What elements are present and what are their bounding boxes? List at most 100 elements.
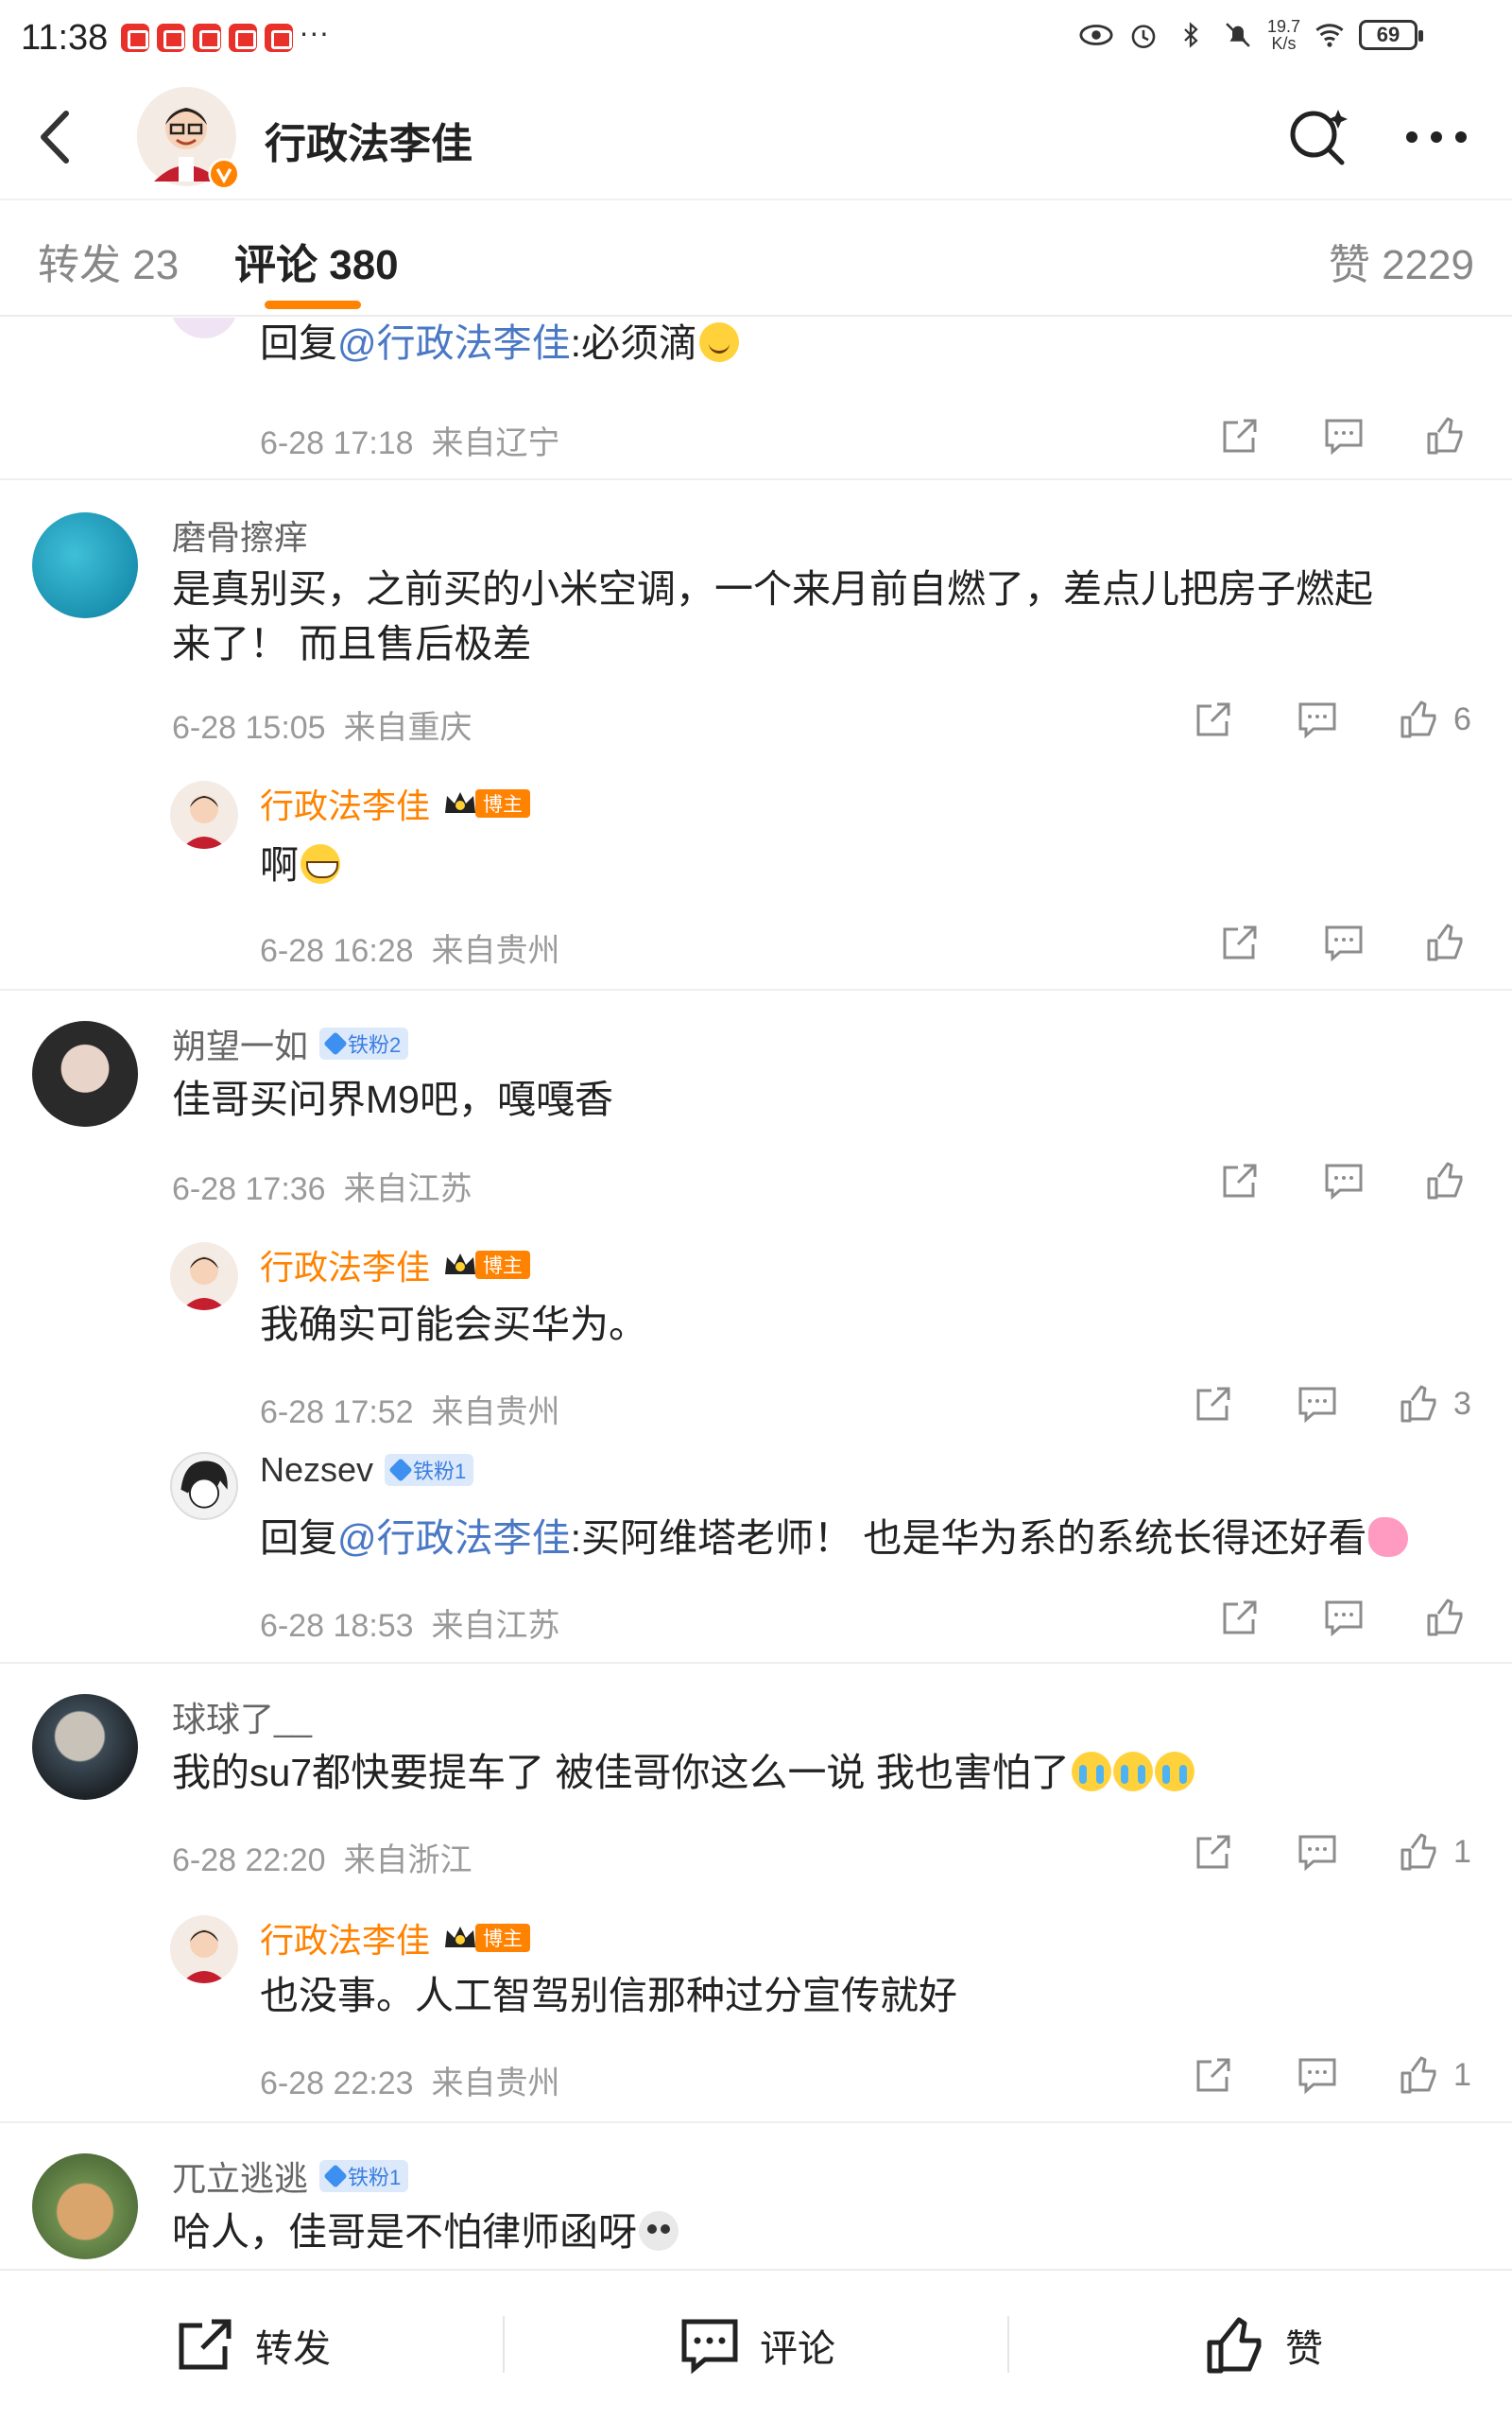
tab-comment[interactable]: 评论 380 — [234, 231, 399, 291]
like-button[interactable]: 1 — [1399, 2051, 1471, 2099]
forward-button[interactable]: 转发 — [174, 2312, 331, 2378]
share-button[interactable] — [1193, 2051, 1234, 2099]
reply-button[interactable] — [1297, 2051, 1338, 2099]
user-avatar[interactable] — [170, 1452, 238, 1520]
comment-actions: 1 — [1183, 2051, 1504, 2099]
fan-badge: 铁粉2 — [319, 1028, 409, 1060]
tab-bar: 转发 23 评论 380 赞 2229 — [0, 199, 1512, 317]
like-button[interactable]: 6 — [1399, 696, 1471, 743]
mention-link[interactable]: @行政法李佳 — [337, 321, 571, 365]
comment-time: 6-28 15:05 — [172, 710, 326, 746]
thumbs-up-icon — [1400, 1833, 1436, 1871]
share-icon — [1196, 702, 1230, 736]
fan-badge-label: 铁粉1 — [348, 2166, 402, 2189]
diamond-icon — [388, 1458, 413, 1482]
reply-button[interactable] — [1297, 696, 1338, 743]
comment-button[interactable]: 评论 — [679, 2312, 835, 2378]
alarm-icon — [1125, 17, 1161, 53]
battery-indicator: 69 — [1359, 20, 1423, 50]
share-button[interactable] — [1193, 1828, 1234, 1876]
comment-meta: 6-28 16:28 来自贵州 — [260, 925, 560, 971]
username[interactable]: 朔望一如 铁粉2 — [172, 1019, 409, 1068]
like-button[interactable]: 3 — [1399, 1380, 1471, 1427]
like-button[interactable] — [1425, 919, 1480, 966]
reply-button[interactable] — [1297, 1380, 1338, 1427]
username[interactable]: 磨骨擦痒 — [172, 510, 308, 560]
username[interactable]: 行政法李佳 博主 — [260, 1913, 531, 1962]
username-text: 行政法李佳 — [260, 786, 431, 825]
verified-icon — [208, 158, 240, 190]
like-button[interactable]: 赞 — [1204, 2312, 1323, 2378]
author-avatar[interactable] — [170, 1915, 238, 1983]
comment-time: 6-28 17:52 — [260, 1394, 414, 1430]
username[interactable]: 行政法李佳 博主 — [260, 1240, 531, 1289]
crown-icon — [445, 792, 476, 813]
more-options-button[interactable] — [1399, 113, 1474, 161]
comment-icon — [1325, 419, 1363, 456]
wifi-icon — [1312, 17, 1348, 53]
forward-label: 转发 — [255, 2328, 331, 2370]
comment-text: 我的su7都快要提车了 被佳哥你这么一说 我也害怕了 — [172, 1745, 1194, 1800]
reply-button[interactable] — [1323, 919, 1365, 966]
separator — [503, 2316, 505, 2373]
reply-button[interactable] — [1323, 1157, 1365, 1204]
share-button[interactable] — [1193, 696, 1234, 743]
back-button[interactable] — [28, 104, 85, 170]
fan-badge: 铁粉1 — [319, 2160, 409, 2192]
user-avatar[interactable] — [170, 318, 238, 338]
author-avatar[interactable] — [170, 781, 238, 849]
reply-button[interactable] — [1297, 1828, 1338, 1876]
user-avatar[interactable] — [32, 1021, 138, 1127]
blogger-tag: 博主 — [475, 1251, 531, 1279]
author-avatar[interactable] — [170, 1242, 238, 1310]
thumbs-up-icon — [1400, 1385, 1436, 1423]
like-count: 1 — [1453, 2056, 1471, 2093]
comment-actions: 3 — [1183, 1380, 1504, 1427]
username[interactable]: 兀立逃逃 铁粉1 — [172, 2152, 409, 2201]
search-button[interactable] — [1285, 102, 1351, 168]
comment-icon — [1298, 1835, 1336, 1872]
tab-like[interactable]: 赞 2229 — [1329, 231, 1474, 291]
user-avatar[interactable] — [32, 512, 138, 618]
comment-time: 6-28 16:28 — [260, 933, 414, 969]
reply-button[interactable] — [1323, 1594, 1365, 1641]
share-button[interactable] — [1193, 1380, 1234, 1427]
like-button[interactable] — [1425, 1594, 1480, 1641]
user-avatar[interactable] — [32, 1694, 138, 1800]
share-button[interactable] — [1219, 919, 1261, 966]
share-icon — [1223, 419, 1257, 453]
share-button[interactable] — [1219, 1157, 1261, 1204]
status-indicators: 19.7 K/s 69 — [1078, 17, 1423, 53]
top-nav-bar: 行政法李佳 — [0, 76, 1512, 199]
reply-button[interactable] — [1323, 412, 1365, 459]
tab-forward[interactable]: 转发 23 — [38, 231, 179, 291]
share-button[interactable] — [1219, 412, 1261, 459]
user-avatar[interactable] — [32, 2153, 138, 2259]
divider — [0, 1662, 1512, 1664]
divider — [0, 989, 1512, 991]
comment-actions — [1210, 1594, 1493, 1641]
share-button[interactable] — [1219, 1594, 1261, 1641]
diamond-icon — [323, 1031, 348, 1056]
mention-link[interactable]: @行政法李佳 — [337, 1516, 571, 1560]
username[interactable]: 行政法李佳 博主 — [260, 779, 531, 828]
like-button[interactable] — [1425, 412, 1480, 459]
username[interactable]: 球球了__ — [172, 1692, 312, 1741]
comment-icon — [1298, 702, 1336, 739]
comment-list[interactable]: 回复@行政法李佳:必须滴 6-28 17:18 来自辽宁 磨骨擦痒 是真别买，之… — [0, 318, 1512, 2269]
skull-emoji-icon — [639, 2211, 679, 2251]
like-button[interactable] — [1425, 1157, 1480, 1204]
comment-time: 6-28 18:53 — [260, 1608, 414, 1644]
mute-icon — [1220, 17, 1256, 53]
comment-icon — [1298, 2058, 1336, 2095]
author-avatar[interactable] — [137, 87, 240, 190]
active-tab-indicator — [265, 301, 361, 309]
comment-text-line-2: 来了！ 而且售后极差 — [172, 622, 532, 666]
net-speed-unit: K/s — [1271, 34, 1297, 53]
notification-app-icon — [229, 24, 258, 52]
crying-emoji-icon — [1112, 1752, 1153, 1791]
share-icon — [1223, 1164, 1257, 1198]
comment-location: 来自贵州 — [431, 1394, 560, 1430]
like-button[interactable]: 1 — [1399, 1828, 1471, 1876]
username[interactable]: Nezsev 铁粉1 — [260, 1450, 474, 1490]
